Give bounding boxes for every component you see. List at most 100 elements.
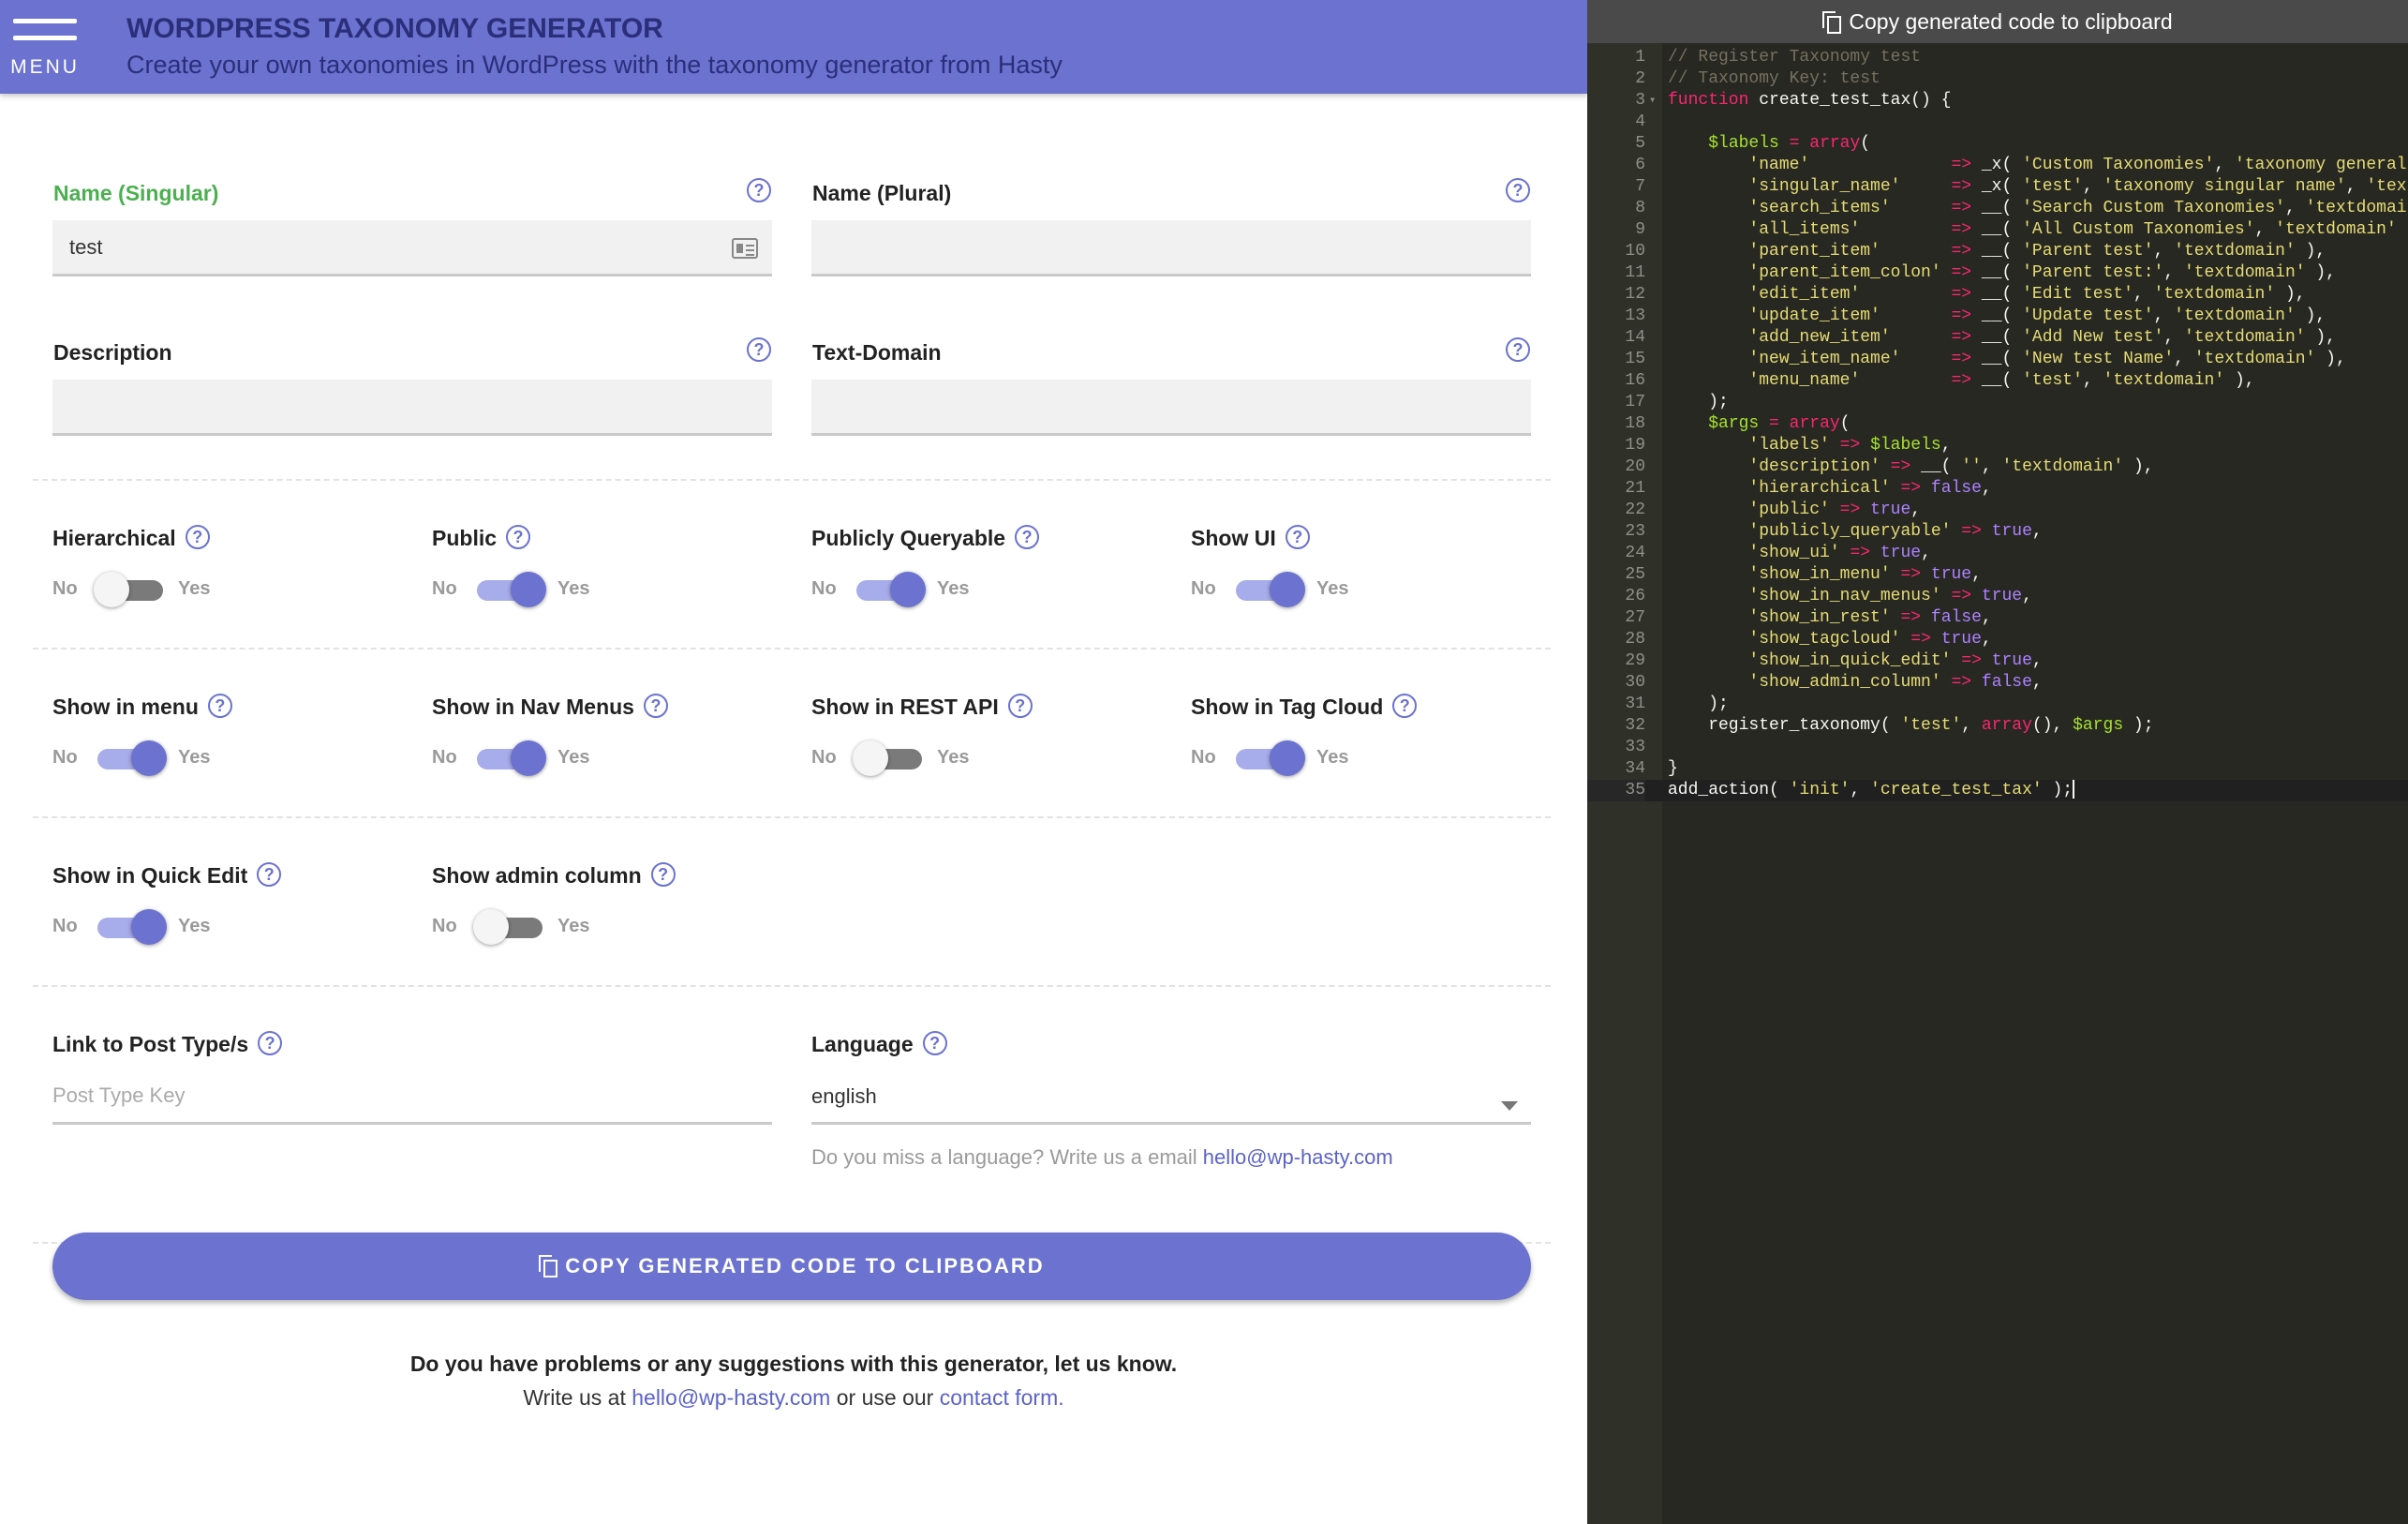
text-domain-input[interactable] <box>811 380 1531 436</box>
line-number: 25 <box>1625 565 1645 584</box>
help-icon[interactable]: ? <box>1285 524 1310 549</box>
toggle-no-label: No <box>432 747 457 768</box>
switch-thumb <box>1270 740 1305 776</box>
help-icon[interactable]: ? <box>1007 693 1033 718</box>
toggle-yes-label: Yes <box>937 747 970 768</box>
dropdown-arrow-icon[interactable] <box>1501 1101 1518 1111</box>
line-number: 13 <box>1625 306 1645 325</box>
code-line: 11 'parent_item_colon' => __( 'Parent te… <box>1587 262 2408 284</box>
code-editor[interactable]: 1 // Register Taxonomy test 2 // Taxonomy K… <box>1587 47 2408 801</box>
public-switch[interactable] <box>473 571 546 608</box>
copy-code-button[interactable]: COPY GENERATED CODE TO CLIPBOARD <box>52 1233 1531 1300</box>
line-number: 32 <box>1625 716 1645 735</box>
code-text: 'show_in_quick_edit' => true, <box>1748 651 2043 670</box>
code-line: 30 'show_admin_column' => false, <box>1587 672 2408 694</box>
language-email-link[interactable]: hello@wp-hasty.com <box>1203 1145 1393 1169</box>
line-number: 18 <box>1625 414 1645 433</box>
show-in-tag-cloud-switch[interactable] <box>1232 740 1305 777</box>
switch-thumb <box>511 740 546 776</box>
toggle-no-label: No <box>52 916 78 936</box>
language-select[interactable]: english <box>811 1068 1531 1125</box>
help-icon[interactable]: ? <box>185 524 210 549</box>
toggle-no-label: No <box>52 747 78 768</box>
publicly-queryable-switch[interactable] <box>853 571 926 608</box>
help-icon[interactable]: ? <box>506 524 531 549</box>
code-line: 17 ); <box>1587 392 2408 413</box>
help-icon[interactable]: ? <box>650 861 676 887</box>
code-text: ); <box>1668 393 1729 411</box>
description-input[interactable] <box>52 380 772 436</box>
help-icon[interactable]: ? <box>747 337 771 362</box>
name-plural-input[interactable] <box>811 220 1531 276</box>
line-number: 5 <box>1635 134 1645 153</box>
footer-email-link[interactable]: hello@wp-hasty.com <box>632 1385 830 1410</box>
copy-icon <box>1822 10 1842 34</box>
show-in-nav-menus-label-text: Show in Nav Menus <box>432 695 634 719</box>
toggle-no-label: No <box>52 578 78 599</box>
show-in-rest-toggle-group: No Yes <box>811 740 980 777</box>
copy-code-topbar-button[interactable]: Copy generated code to clipboard <box>1587 0 2408 43</box>
toggle-yes-label: Yes <box>178 578 211 599</box>
help-icon[interactable]: ? <box>258 1030 283 1055</box>
contact-form-link[interactable]: contact form. <box>940 1385 1064 1410</box>
show-in-tag-cloud-toggle-group: No Yes <box>1191 740 1360 777</box>
help-icon[interactable]: ? <box>257 861 282 887</box>
line-number: 23 <box>1625 522 1645 541</box>
show-admin-column-switch[interactable] <box>473 908 546 946</box>
help-icon[interactable]: ? <box>747 178 771 202</box>
contact-card-icon[interactable] <box>732 238 758 259</box>
toggle-no-label: No <box>811 747 837 768</box>
show-in-menu-switch[interactable] <box>94 740 167 777</box>
code-line: 35 add_action( 'init', 'create_test_tax' … <box>1587 780 2408 801</box>
post-type-key-input[interactable] <box>52 1068 772 1125</box>
code-text: $args = array( <box>1708 414 1851 433</box>
toggle-yes-label: Yes <box>557 747 590 768</box>
code-line: 3 ▾ function create_test_tax() { <box>1587 90 2408 112</box>
name-singular-input[interactable] <box>52 220 772 276</box>
code-text: register_taxonomy( 'test', array(), $arg… <box>1668 716 2154 735</box>
help-icon[interactable]: ? <box>643 693 668 718</box>
help-icon[interactable]: ? <box>1015 524 1040 549</box>
show-admin-column-label: Show admin column? <box>432 861 676 889</box>
code-text: 'show_tagcloud' => true, <box>1748 630 1992 649</box>
hierarchical-label: Hierarchical? <box>52 524 210 552</box>
show-in-menu-toggle-group: No Yes <box>52 740 221 777</box>
code-text: 'publicly_queryable' => true, <box>1748 522 2043 541</box>
code-line: 12 'edit_item' => __( 'Edit test', 'text… <box>1587 284 2408 306</box>
show-in-rest-switch[interactable] <box>853 740 926 777</box>
taxonomy-form: Name (Singular) ? Name (Plural) ? Descri… <box>0 94 1587 1524</box>
help-icon[interactable]: ? <box>207 693 232 718</box>
public-label: Public? <box>432 524 531 552</box>
help-icon[interactable]: ? <box>922 1030 947 1055</box>
code-line: 26 'show_in_nav_menus' => true, <box>1587 586 2408 607</box>
footer-middle: or use our <box>830 1385 940 1410</box>
footer-contact-line: Write us at hello@wp-hasty.com or use ou… <box>0 1385 1587 1411</box>
switch-thumb <box>511 572 546 607</box>
show-ui-switch[interactable] <box>1232 571 1305 608</box>
hierarchical-label-text: Hierarchical <box>52 526 176 550</box>
help-icon[interactable]: ? <box>1392 693 1418 718</box>
code-line: 10 'parent_item' => __( 'Parent test', '… <box>1587 241 2408 262</box>
toggle-yes-label: Yes <box>937 578 970 599</box>
help-icon[interactable]: ? <box>1506 178 1530 202</box>
fold-arrow-icon[interactable]: ▾ <box>1649 90 1656 112</box>
publicly-queryable-label-text: Publicly Queryable <box>811 526 1006 550</box>
help-icon[interactable]: ? <box>1506 337 1530 362</box>
copy-code-topbar-label: Copy generated code to clipboard <box>1849 9 2173 34</box>
line-number: 24 <box>1625 544 1645 562</box>
show-in-rest-label-text: Show in REST API <box>811 695 999 719</box>
show-in-nav-menus-switch[interactable] <box>473 740 546 777</box>
code-line: 33 <box>1587 737 2408 758</box>
public-toggle-group: No Yes <box>432 571 601 608</box>
text-cursor <box>2073 780 2075 799</box>
menu-label: MENU <box>10 56 80 78</box>
show-in-quick-edit-switch[interactable] <box>94 908 167 946</box>
code-text: 'show_in_menu' => true, <box>1748 565 1982 584</box>
line-number: 20 <box>1625 457 1645 476</box>
app-header: MENU WORDPRESS TAXONOMY GENERATOR Create… <box>0 0 1587 94</box>
code-line: 27 'show_in_rest' => false, <box>1587 607 2408 629</box>
hierarchical-switch[interactable] <box>94 571 167 608</box>
menu-button[interactable]: MENU <box>9 13 81 81</box>
switch-thumb <box>131 740 167 776</box>
code-line: 23 'publicly_queryable' => true, <box>1587 521 2408 543</box>
